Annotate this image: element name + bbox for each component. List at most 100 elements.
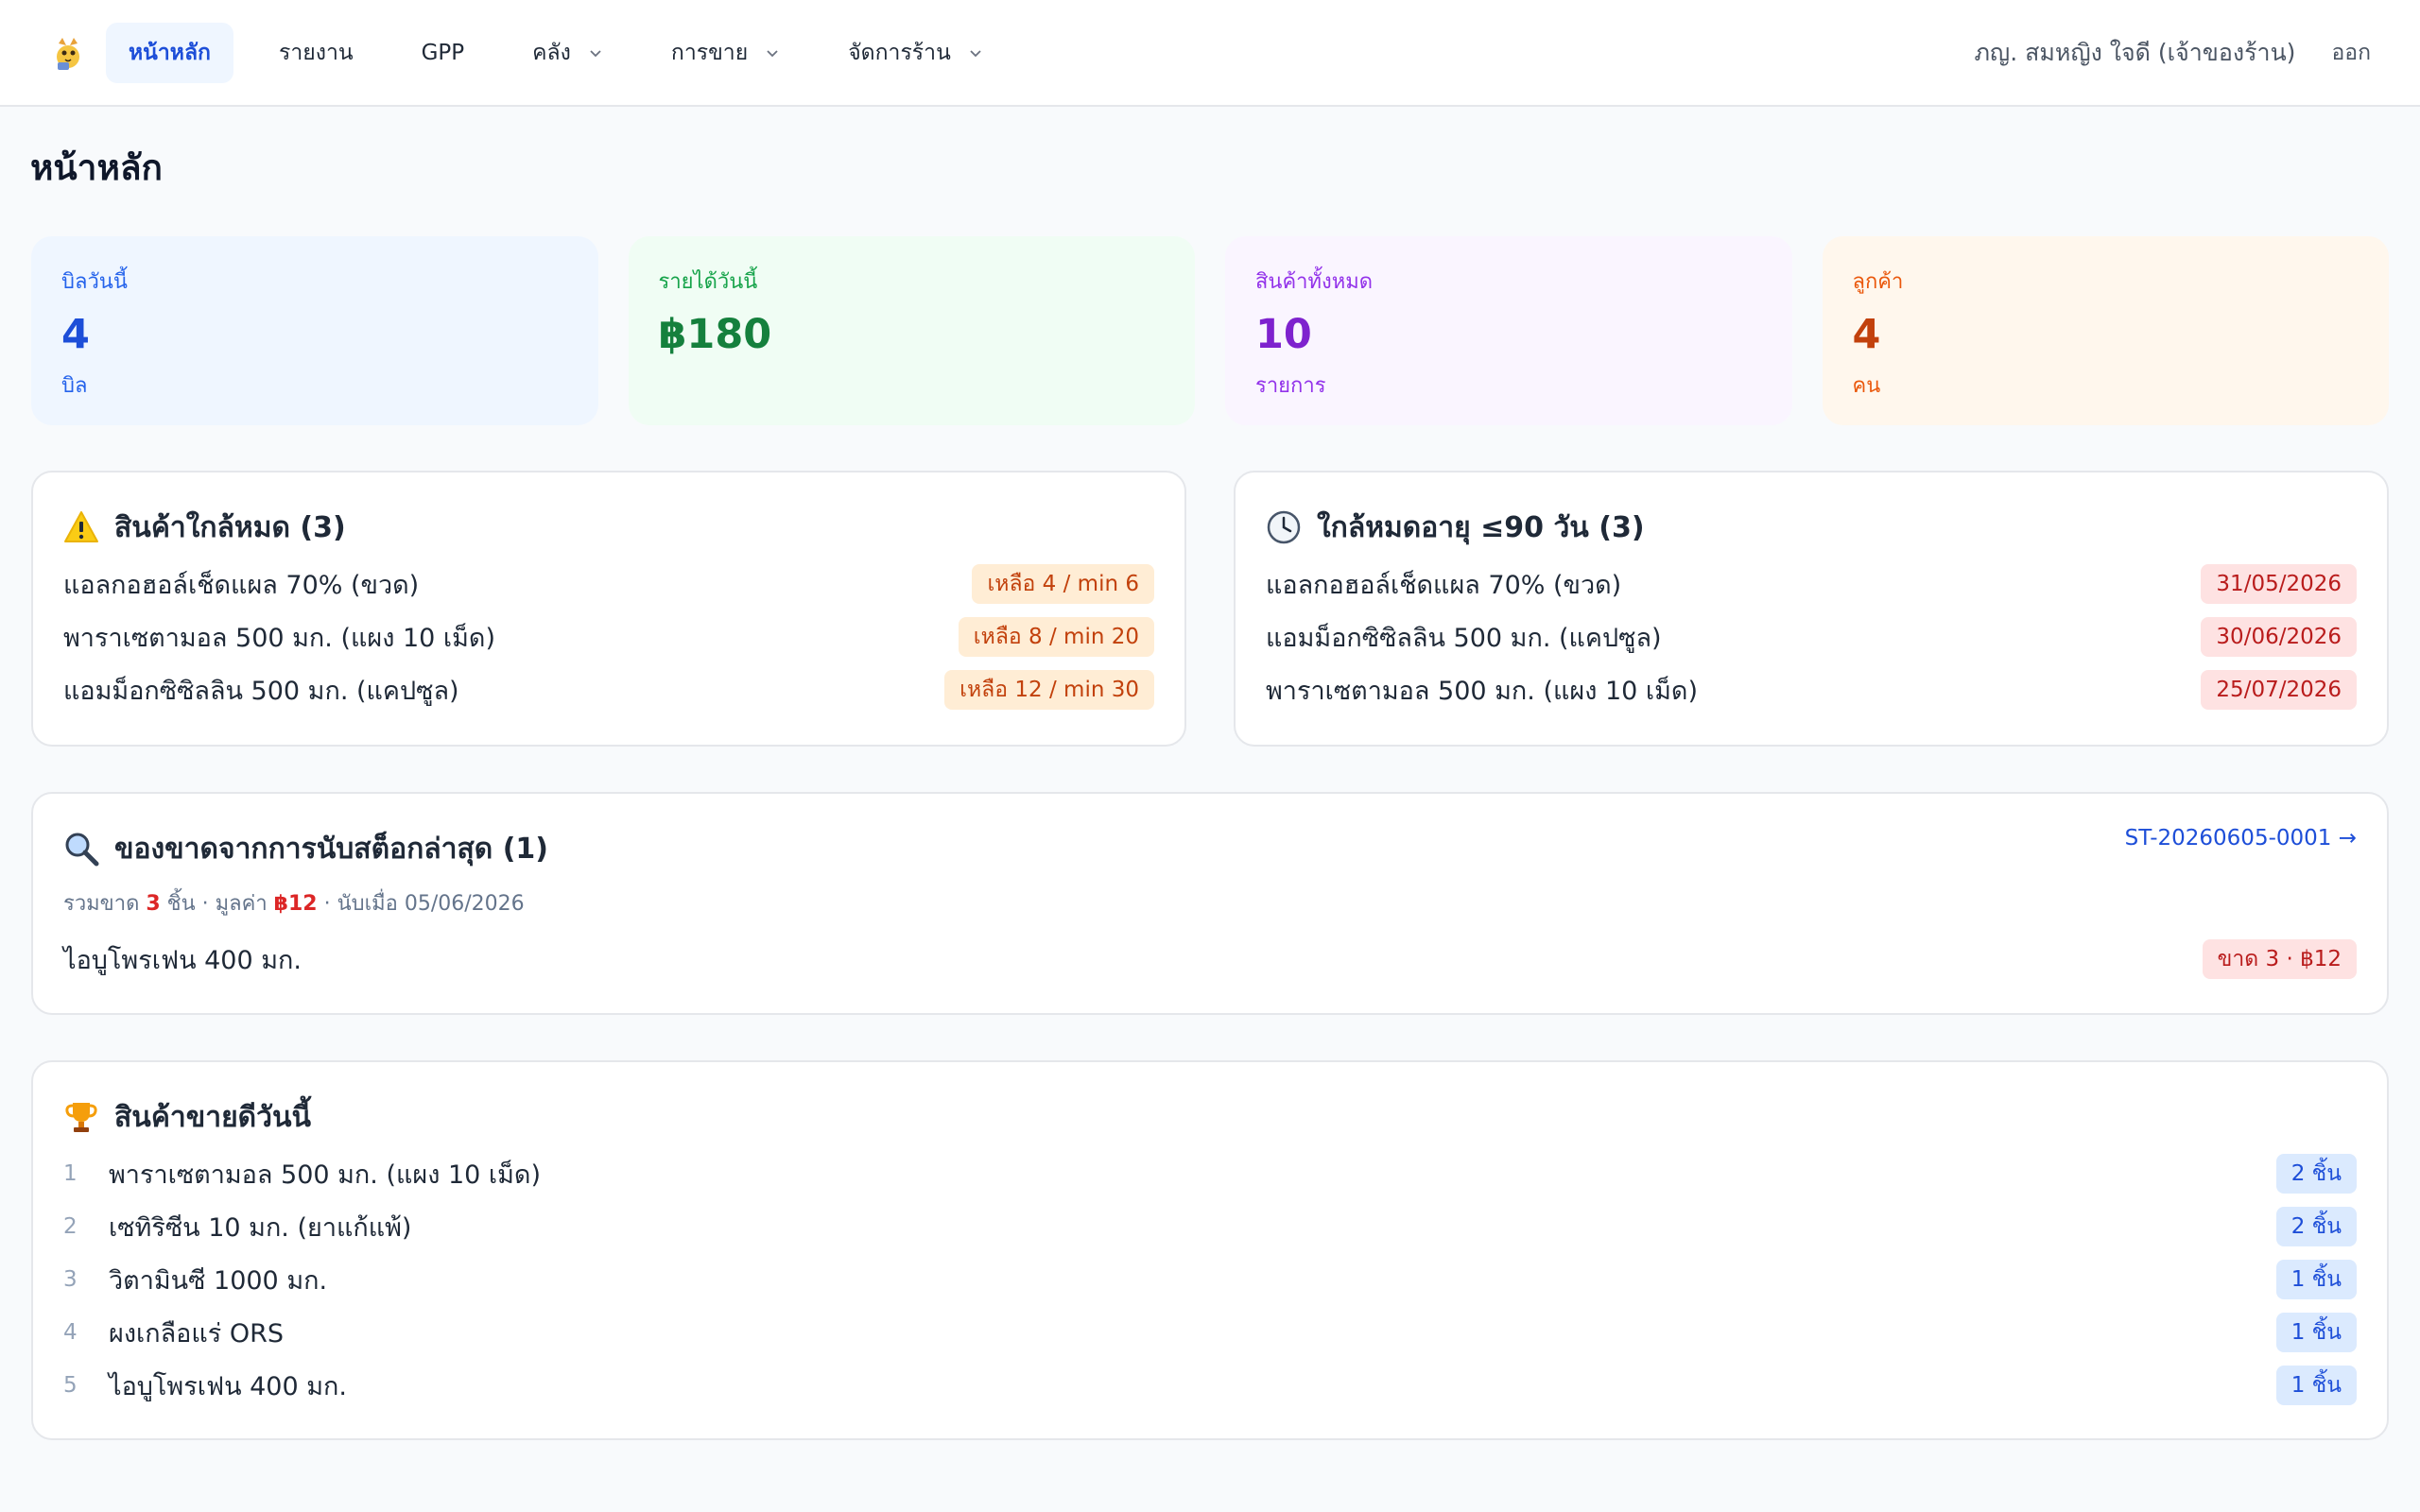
best-sellers-title: สินค้าขายดีวันนี้ [114, 1100, 312, 1134]
stock-count-title-row: ของขาดจากการนับสต็อกล่าสุด (1) [63, 830, 548, 868]
row-left: 3 วิตามินซี 1000 มก. [63, 1260, 327, 1300]
product-name: แอมม็อกซิซิลลิน 500 มก. (แคปซูล) [1266, 623, 1662, 653]
shortage-badge: ขาด 3 · ฿12 [2202, 939, 2357, 979]
list-item[interactable]: แอลกอฮอล์เช็ดแผล 70% (ขวด) 31/05/2026 [1266, 558, 2357, 610]
clock-icon [1266, 509, 1302, 545]
list-item[interactable]: พาราเซตามอล 500 มก. (แผง 10 เม็ด) เหลือ … [63, 610, 1154, 663]
row-left: 5 ไอบูโพรเฟน 400 มก. [63, 1366, 347, 1406]
stock-count-title: ของขาดจากการนับสต็อกล่าสุด (1) [114, 832, 549, 866]
stat-label: ลูกค้า [1852, 270, 1904, 294]
expiry-title-row: ใกล้หมดอายุ ≤90 วัน (3) [1266, 508, 2357, 546]
row-left: 4 ผงเกลือแร่ ORS [63, 1313, 284, 1353]
list-item[interactable]: ไอบูโพรเฟน 400 มก. ขาด 3 · ฿12 [63, 933, 2357, 986]
stock-count-summary: รวมขาด 3 ชิ้น · มูลค่า ฿12 · นับเมื่อ 05… [63, 886, 2357, 919]
list-item[interactable]: แอลกอฮอล์เช็ดแผล 70% (ขวด) เหลือ 4 / min… [63, 558, 1154, 610]
stat-label: บิลวันนี้ [61, 270, 128, 294]
current-user-name: ภญ. สมหญิง ใจดี (เจ้าของร้าน) [1974, 38, 2296, 66]
row-left: 2 เซทิริซีน 10 มก. (ยาแก้แพ้) [63, 1207, 411, 1247]
stats-row: บิลวันนี้ 4 บิล รายได้วันนี้ ฿180 สินค้า… [31, 236, 2389, 425]
expiry-date-badge: 30/06/2026 [2201, 617, 2357, 657]
summary-value: ฿12 [273, 892, 318, 916]
nav-gpp-label: GPP [421, 40, 465, 65]
summary-text: · นับเมื่อ 05/06/2026 [317, 892, 525, 916]
product-name: พาราเซตามอล 500 มก. (แผง 10 เม็ด) [1266, 676, 1698, 706]
nav-reports[interactable]: รายงาน [256, 23, 376, 83]
summary-qty: 3 [146, 892, 161, 916]
nav-sales-dropdown[interactable]: การขาย [648, 23, 803, 83]
chevron-down-icon [767, 49, 778, 57]
warning-icon [63, 509, 99, 545]
qty-sold-badge: 1 ชิ้น [2275, 1366, 2357, 1405]
stock-count-shortage-card: ของขาดจากการนับสต็อกล่าสุด (1) ST-202606… [31, 792, 2389, 1015]
rank-number: 3 [63, 1267, 78, 1292]
list-item[interactable]: 3 วิตามินซี 1000 มก. 1 ชิ้น [63, 1253, 2357, 1306]
nav-home[interactable]: หน้าหลัก [106, 22, 233, 83]
best-sellers-title-row: สินค้าขายดีวันนี้ [63, 1098, 2357, 1136]
stat-label: รายได้วันนี้ [658, 270, 758, 294]
logout-button[interactable]: ออก [2331, 36, 2371, 70]
stat-value: ฿180 [658, 311, 772, 358]
qty-sold-badge: 2 ชิ้น [2275, 1207, 2357, 1246]
rank-number: 2 [63, 1214, 78, 1239]
top-navbar: หน้าหลัก รายงาน GPP คลัง การขาย จัดการร้… [0, 0, 2420, 107]
stat-value: 10 [1255, 311, 1312, 358]
qty-sold-badge: 2 ชิ้น [2275, 1154, 2357, 1194]
stat-card-total-products: สินค้าทั้งหมด 10 รายการ [1225, 236, 1792, 425]
expiry-date-badge: 31/05/2026 [2201, 564, 2357, 604]
stat-unit: รายการ [1255, 374, 1326, 399]
product-name: แอมม็อกซิซิลลิน 500 มก. (แคปซูล) [63, 676, 459, 706]
expiry-card: ใกล้หมดอายุ ≤90 วัน (3) แอลกอฮอล์เช็ดแผล… [1234, 471, 2389, 747]
row-left: 1 พาราเซตามอล 500 มก. (แผง 10 เม็ด) [63, 1154, 541, 1194]
stat-unit: คน [1852, 374, 1881, 399]
nav-inventory-label: คลัง [532, 40, 571, 65]
stock-level-badge: เหลือ 12 / min 30 [944, 670, 1154, 710]
list-item[interactable]: แอมม็อกซิซิลลิน 500 มก. (แคปซูล) 30/06/2… [1266, 610, 2357, 663]
qty-sold-badge: 1 ชิ้น [2275, 1313, 2357, 1352]
product-name: วิตามินซี 1000 มก. [109, 1265, 328, 1296]
stock-count-doc-link[interactable]: ST-20260605-0001 → [2125, 826, 2357, 850]
expiry-date-badge: 25/07/2026 [2201, 670, 2357, 710]
trophy-icon [63, 1099, 99, 1135]
product-name: ผงเกลือแร่ ORS [109, 1318, 284, 1349]
stat-value: 4 [61, 311, 90, 358]
nav-inventory-dropdown[interactable]: คลัง [510, 23, 626, 83]
page-title: หน้าหลัก [30, 147, 163, 188]
rank-number: 5 [63, 1373, 78, 1398]
list-item[interactable]: 5 ไอบูโพรเฟน 400 มก. 1 ชิ้น [63, 1359, 2357, 1412]
rank-number: 1 [63, 1161, 78, 1186]
qty-sold-badge: 1 ชิ้น [2275, 1260, 2357, 1299]
best-sellers-card: สินค้าขายดีวันนี้ 1 พาราเซตามอล 500 มก. (… [31, 1060, 2389, 1440]
stat-card-bills-today: บิลวันนี้ 4 บิล [31, 236, 598, 425]
nav-home-label: หน้าหลัก [129, 40, 211, 65]
list-item[interactable]: 2 เซทิริซีน 10 มก. (ยาแก้แพ้) 2 ชิ้น [63, 1200, 2357, 1253]
product-name: เซทิริซีน 10 มก. (ยาแก้แพ้) [109, 1212, 412, 1243]
stat-card-customers: ลูกค้า 4 คน [1822, 236, 2389, 425]
nav-store-admin-dropdown[interactable]: จัดการร้าน [825, 23, 1006, 83]
low-stock-title: สินค้าใกล้หมด (3) [114, 510, 346, 544]
stock-level-badge: เหลือ 4 / min 6 [972, 564, 1154, 604]
list-item[interactable]: แอมม็อกซิซิลลิน 500 มก. (แคปซูล) เหลือ 1… [63, 663, 1154, 716]
stock-level-badge: เหลือ 8 / min 20 [958, 617, 1154, 657]
list-item[interactable]: พาราเซตามอล 500 มก. (แผง 10 เม็ด) 25/07/… [1266, 663, 2357, 716]
stat-label: สินค้าทั้งหมด [1255, 270, 1374, 294]
stat-unit: บิล [61, 374, 88, 399]
product-name: พาราเซตามอล 500 มก. (แผง 10 เม็ด) [109, 1160, 541, 1190]
list-item[interactable]: 4 ผงเกลือแร่ ORS 1 ชิ้น [63, 1306, 2357, 1359]
product-name: แอลกอฮอล์เช็ดแผล 70% (ขวด) [1266, 570, 1622, 600]
product-name: พาราเซตามอล 500 มก. (แผง 10 เม็ด) [63, 623, 495, 653]
magnifier-icon [63, 831, 99, 867]
product-name: แอลกอฮอล์เช็ดแผล 70% (ขวด) [63, 570, 420, 600]
stat-card-revenue-today: รายได้วันนี้ ฿180 [628, 236, 1195, 425]
summary-text: ชิ้น · มูลค่า [160, 892, 274, 916]
list-item[interactable]: 1 พาราเซตามอล 500 มก. (แผง 10 เม็ด) 2 ชิ้… [63, 1147, 2357, 1200]
stat-value: 4 [1852, 311, 1881, 358]
nav-sales-label: การขาย [670, 40, 749, 65]
low-stock-title-row: สินค้าใกล้หมด (3) [63, 508, 1154, 546]
nav-gpp[interactable]: GPP [399, 23, 488, 83]
pharmacy-logo-icon[interactable] [49, 34, 87, 72]
nav-reports-label: รายงาน [278, 40, 354, 65]
product-name: ไอบูโพรเฟน 400 มก. [63, 945, 302, 975]
nav-store-admin-label: จัดการร้าน [848, 40, 951, 65]
summary-text: รวมขาด [63, 892, 147, 916]
product-name: ไอบูโพรเฟน 400 มก. [109, 1371, 347, 1401]
